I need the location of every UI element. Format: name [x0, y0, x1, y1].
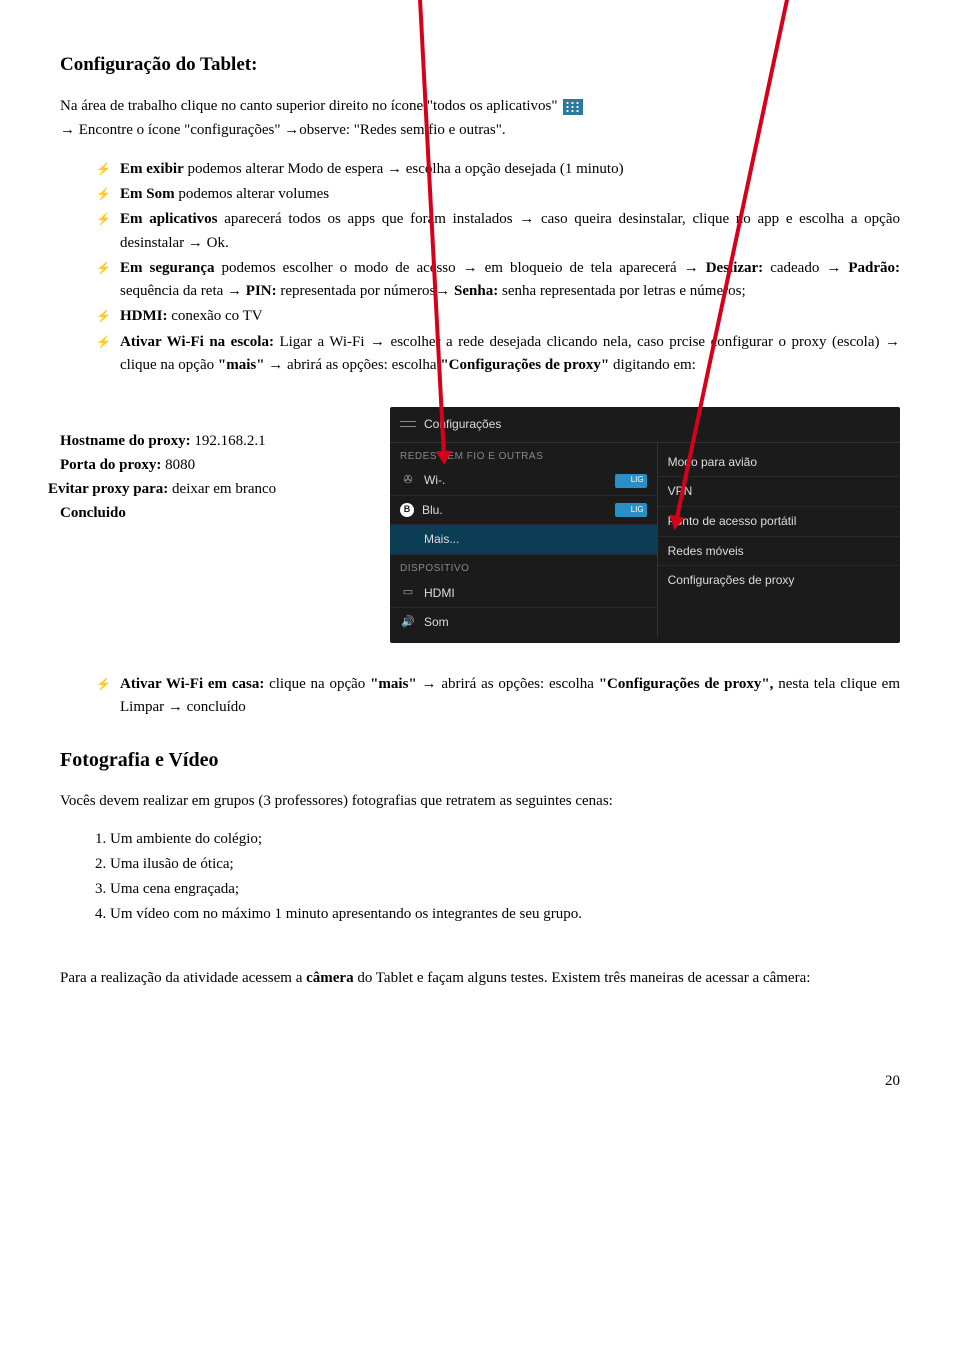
- ol-item: Uma cena engraçada;: [110, 878, 900, 901]
- spacer-icon: [400, 533, 416, 547]
- proxy-avoid-label: Evitar proxy para:: [48, 481, 168, 497]
- ss-more-label: Mais...: [424, 530, 459, 549]
- list-item: Ativar Wi-Fi em casa: clique na opção "m…: [96, 673, 900, 720]
- ss-wifi-label: Wi-.: [424, 471, 445, 490]
- ss-row-hotspot[interactable]: Ponto de acesso portátil: [658, 507, 900, 537]
- intro-text-2: → Encontre o ícone "configurações" →obse…: [60, 122, 506, 138]
- config-bullet-list-2: Ativar Wi-Fi em casa: clique na opção "m…: [60, 673, 900, 720]
- proxy-port-value: 8080: [165, 457, 195, 473]
- section2-intro: Vocês devem realizar em grupos (3 profes…: [60, 790, 900, 813]
- section-title-fotografia: Fotografia e Vídeo: [60, 745, 900, 776]
- ss-header-title: Configurações: [424, 415, 501, 434]
- speaker-icon: 🔊: [400, 615, 416, 629]
- ss-proxy-label: Configurações de proxy: [668, 571, 795, 590]
- proxy-hostname-label: Hostname do proxy:: [60, 433, 191, 449]
- ss-row-sound[interactable]: 🔊 Som: [390, 608, 657, 637]
- list-item: Ativar Wi-Fi na escola: Ligar a Wi-Fi → …: [96, 331, 900, 378]
- android-settings-screenshot: Configurações REDES SEM FIO E OUTRAS ✇ W…: [390, 407, 900, 643]
- bluetooth-icon: B: [400, 503, 414, 517]
- page-title: Configuração do Tablet:: [60, 50, 900, 79]
- ss-hdmi-label: HDMI: [424, 584, 455, 603]
- ss-row-mobile[interactable]: Redes móveis: [658, 537, 900, 567]
- ss-header: Configurações: [390, 407, 900, 443]
- settings-sliders-icon: [400, 419, 416, 429]
- list-item: HDMI: conexão co TV: [96, 305, 900, 328]
- ss-bt-label: Blu.: [422, 501, 443, 520]
- ss-left-panel: REDES SEM FIO E OUTRAS ✇ Wi-. LIG B Blu.…: [390, 443, 658, 637]
- ss-row-airplane[interactable]: Modo para avião: [658, 443, 900, 478]
- ol-item: Um ambiente do colégio;: [110, 828, 900, 851]
- ss-row-bluetooth[interactable]: B Blu. LIG: [390, 496, 657, 526]
- proxy-done: Concluido: [60, 505, 126, 521]
- closing-paragraph: Para a realização da atividade acessem a…: [60, 967, 900, 990]
- ss-vpn-label: VPN: [668, 482, 693, 501]
- intro-paragraph: Na área de trabalho clique no canto supe…: [60, 95, 900, 142]
- proxy-and-screenshot-row: Hostname do proxy: 192.168.2.1 Porta do …: [60, 407, 900, 643]
- bt-switch[interactable]: LIG: [615, 503, 647, 517]
- wifi-icon: ✇: [400, 474, 416, 488]
- ss-right-panel: Modo para avião VPN Ponto de acesso port…: [658, 443, 900, 637]
- proxy-avoid-value: deixar em branco: [172, 481, 276, 497]
- ss-mobile-label: Redes móveis: [668, 542, 744, 561]
- ss-airplane-label: Modo para avião: [668, 453, 757, 472]
- ss-row-more[interactable]: Mais...: [390, 525, 657, 555]
- list-item: Em Som podemos alterar volumes: [96, 183, 900, 206]
- ss-category-wireless: REDES SEM FIO E OUTRAS: [390, 443, 657, 467]
- ss-hotspot-label: Ponto de acesso portátil: [668, 512, 797, 531]
- ss-row-vpn[interactable]: VPN: [658, 477, 900, 507]
- ss-category-device: DISPOSITIVO: [390, 555, 657, 579]
- ol-item: Uma ilusão de ótica;: [110, 853, 900, 876]
- list-item: Em aplicativos aparecerá todos os apps q…: [96, 208, 900, 255]
- list-item: Em segurança podemos escolher o modo de …: [96, 257, 900, 304]
- wifi-switch[interactable]: LIG: [615, 474, 647, 488]
- ss-row-wifi[interactable]: ✇ Wi-. LIG: [390, 466, 657, 496]
- page-number: 20: [60, 1070, 900, 1093]
- apps-grid-icon: [563, 99, 583, 115]
- proxy-hostname-value: 192.168.2.1: [194, 433, 265, 449]
- proxy-info-block: Hostname do proxy: 192.168.2.1 Porta do …: [60, 407, 370, 525]
- list-item: Em exibir podemos alterar Modo de espera…: [96, 158, 900, 181]
- tasks-ordered-list: Um ambiente do colégio; Uma ilusão de ót…: [60, 828, 900, 927]
- ss-som-label: Som: [424, 613, 449, 632]
- ol-item: Um vídeo com no máximo 1 minuto apresent…: [110, 903, 900, 926]
- config-bullet-list: Em exibir podemos alterar Modo de espera…: [60, 158, 900, 377]
- ss-row-hdmi[interactable]: ▭ HDMI: [390, 579, 657, 609]
- monitor-icon: ▭: [400, 586, 416, 600]
- intro-text-1: Na área de trabalho clique no canto supe…: [60, 98, 558, 114]
- ss-row-proxy[interactable]: Configurações de proxy: [658, 566, 900, 595]
- proxy-port-label: Porta do proxy:: [60, 457, 161, 473]
